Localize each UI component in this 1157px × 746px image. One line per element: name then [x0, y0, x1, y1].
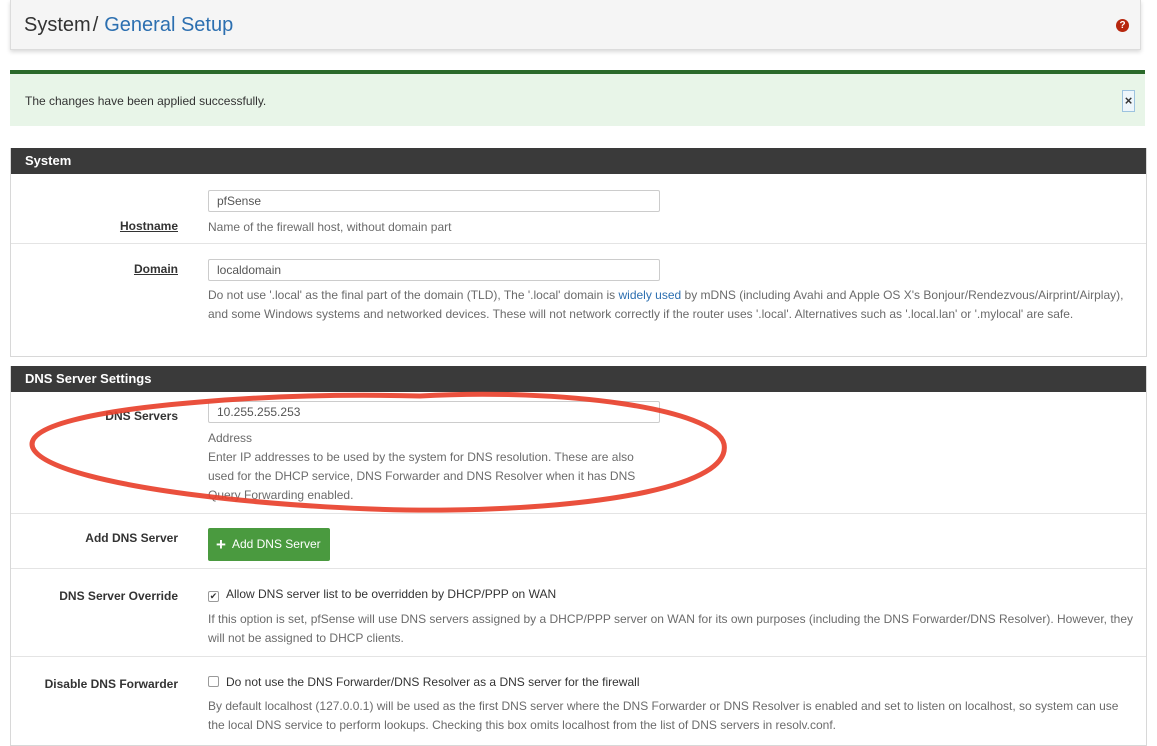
- domain-label: Domain: [133, 262, 178, 276]
- breadcrumb-current[interactable]: General Setup: [104, 14, 233, 36]
- add-dns-content: + Add DNS Server: [208, 528, 1136, 561]
- breadcrumb: System / General Setup: [24, 13, 233, 37]
- dns-servers-row: DNS Servers Address Enter IP addresses t…: [11, 392, 1146, 514]
- system-panel-title: System: [11, 148, 1146, 174]
- success-alert: The changes have been applied successful…: [10, 70, 1145, 126]
- disable-forwarder-label: Disable DNS Forwarder: [44, 677, 178, 691]
- breadcrumb-root[interactable]: System: [24, 14, 91, 36]
- domain-help: Do not use '.local' as the final part of…: [208, 286, 1136, 324]
- breadcrumb-separator: /: [92, 14, 99, 36]
- dns-panel-title: DNS Server Settings: [11, 366, 1146, 392]
- add-dns-row: Add DNS Server + Add DNS Server: [11, 514, 1146, 569]
- dns-servers-label: DNS Servers: [105, 409, 178, 423]
- dns-override-option: ✔ Allow DNS server list to be overridden …: [208, 587, 1136, 602]
- disable-forwarder-checkbox-label[interactable]: Do not use the DNS Forwarder/DNS Resolve…: [226, 675, 639, 689]
- dns-address-label: Address: [208, 431, 253, 445]
- hostname-label: Hostname: [119, 219, 178, 233]
- dns-override-help: If this option is set, pfSense will use …: [208, 612, 1134, 645]
- domain-help-text: Do not use '.local' as the final part of…: [208, 288, 619, 302]
- plus-icon: +: [216, 535, 226, 554]
- domain-content: Do not use '.local' as the final part of…: [208, 259, 1136, 324]
- domain-input[interactable]: [208, 259, 660, 281]
- dns-override-checkbox-label[interactable]: Allow DNS server list to be overridden b…: [226, 587, 556, 601]
- disable-forwarder-option: Do not use the DNS Forwarder/DNS Resolve…: [208, 675, 1136, 689]
- add-dns-button-label: Add DNS Server: [231, 537, 321, 551]
- alert-message: The changes have been applied successful…: [25, 94, 267, 108]
- alert-close-button[interactable]: ×: [1122, 90, 1135, 112]
- disable-forwarder-checkbox[interactable]: [208, 676, 219, 687]
- add-dns-server-button[interactable]: + Add DNS Server: [208, 528, 330, 561]
- dns-settings-panel: DNS Server Settings DNS Servers Address …: [10, 366, 1147, 746]
- dns-override-content: ✔ Allow DNS server list to be overridden …: [208, 587, 1136, 648]
- question-circle-icon[interactable]: ?: [1116, 19, 1129, 32]
- hostname-input[interactable]: [208, 190, 660, 212]
- dns-override-checkbox[interactable]: ✔: [208, 591, 219, 602]
- hostname-help: Name of the firewall host, without domai…: [208, 220, 452, 234]
- dns-servers-help: Enter IP addresses to be used by the sys…: [208, 450, 636, 502]
- dns-override-row: DNS Server Override ✔ Allow DNS server li…: [11, 569, 1146, 657]
- domain-row: Domain Do not use '.local' as the final …: [11, 244, 1146, 356]
- disable-forwarder-help: By default localhost (127.0.0.1) will be…: [208, 699, 1119, 732]
- hostname-content: Name of the firewall host, without domai…: [208, 190, 1136, 237]
- dns-servers-content: Address Enter IP addresses to be used by…: [208, 401, 1136, 505]
- page-header: System / General Setup ?: [10, 0, 1141, 50]
- widely-used-link[interactable]: widely used: [618, 288, 681, 302]
- add-dns-label: Add DNS Server: [85, 531, 178, 545]
- dns-server-input[interactable]: [208, 401, 660, 423]
- system-panel: System Hostname Name of the firewall hos…: [10, 148, 1147, 357]
- disable-forwarder-row: Disable DNS Forwarder Do not use the DNS…: [11, 657, 1146, 745]
- dns-override-label: DNS Server Override: [59, 589, 178, 603]
- hostname-row: Hostname Name of the firewall host, with…: [11, 174, 1146, 244]
- disable-forwarder-content: Do not use the DNS Forwarder/DNS Resolve…: [208, 675, 1136, 735]
